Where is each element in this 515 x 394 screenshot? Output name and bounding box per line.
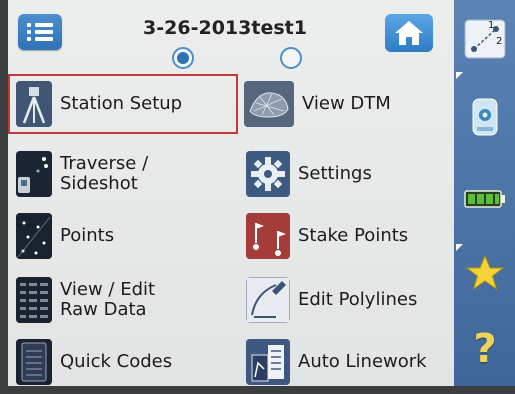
page-indicator-2[interactable] — [280, 47, 302, 69]
quick-codes-label: Quick Codes — [60, 351, 173, 372]
station-setup-label: Station Setup — [60, 93, 183, 114]
star-icon — [465, 254, 505, 291]
stake-points-icon — [246, 213, 290, 259]
device-bezel — [0, 0, 8, 394]
view-edit-raw-data-label: View / Edit Raw Data — [60, 279, 156, 320]
polyline-icon — [246, 277, 290, 323]
gear-icon — [246, 151, 290, 197]
station-setup-button[interactable]: Station Setup — [8, 74, 238, 134]
page-indicator-1[interactable] — [172, 47, 194, 69]
battery-icon — [464, 190, 505, 208]
quick-codes-icon — [16, 339, 52, 385]
submenu-indicator — [456, 72, 463, 79]
right-toolbar: 1 2 ? — [454, 0, 515, 394]
points-button[interactable]: Points — [10, 208, 236, 264]
help-icon: ? — [473, 326, 497, 372]
raw-data-icon — [16, 277, 52, 323]
job-name: 3-26-2013test1 — [143, 17, 307, 39]
tripod-icon — [16, 81, 52, 127]
menu-list-button[interactable] — [18, 14, 62, 50]
view-dtm-button[interactable]: View DTM — [240, 76, 452, 132]
help-button[interactable]: ? — [460, 324, 510, 374]
quick-codes-button[interactable]: Quick Codes — [10, 334, 236, 390]
edit-polylines-label: Edit Polylines — [298, 289, 418, 310]
traverse-sideshot-button[interactable]: Traverse / Sideshot — [10, 146, 236, 202]
auto-linework-label: Auto Linework — [298, 351, 427, 372]
traverse-sideshot-label: Traverse / Sideshot — [60, 153, 149, 194]
view-edit-raw-data-button[interactable]: View / Edit Raw Data — [10, 272, 236, 328]
home-icon — [395, 21, 423, 45]
stake-points-label: Stake Points — [298, 225, 409, 246]
instrument-icon — [472, 98, 498, 136]
settings-label: Settings — [298, 163, 372, 184]
settings-button[interactable]: Settings — [240, 146, 452, 202]
battery-status[interactable] — [460, 174, 510, 224]
point-pair-button[interactable]: 1 2 — [460, 14, 510, 64]
dtm-icon — [244, 81, 294, 127]
instrument-button[interactable] — [460, 92, 510, 142]
points-icon — [16, 213, 52, 259]
home-button[interactable] — [385, 14, 433, 52]
point-label-1: 1 — [488, 20, 495, 31]
traverse-icon — [16, 151, 52, 197]
point-label-2: 2 — [496, 36, 503, 47]
favorites-button[interactable] — [460, 248, 510, 298]
stake-points-button[interactable]: Stake Points — [240, 208, 452, 264]
edit-polylines-button[interactable]: Edit Polylines — [240, 272, 452, 328]
auto-linework-icon — [246, 339, 290, 385]
view-dtm-label: View DTM — [302, 93, 391, 114]
auto-linework-button[interactable]: Auto Linework — [240, 334, 452, 390]
points-label: Points — [60, 225, 115, 246]
app-screen: 3-26-2013test1 Station Setup Traverse / … — [0, 0, 515, 394]
device-bezel — [0, 386, 515, 394]
